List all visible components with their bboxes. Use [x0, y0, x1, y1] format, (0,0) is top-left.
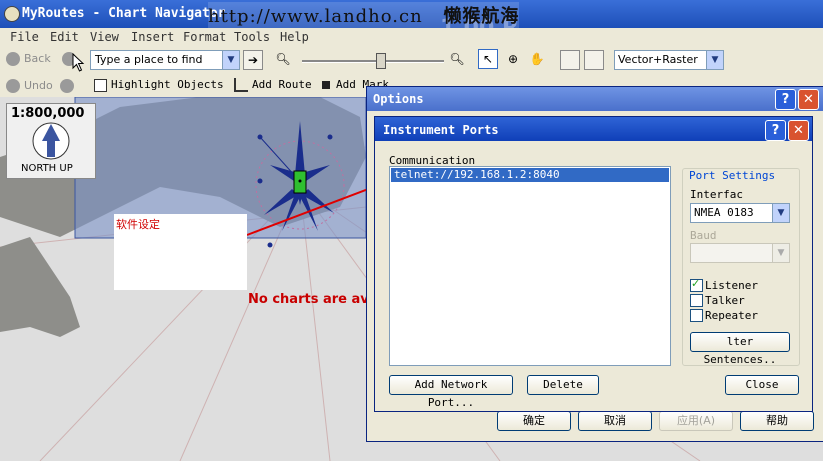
zoom-area-icon[interactable]: ⊕ — [504, 50, 522, 68]
delete-button[interactable]: Delete — [527, 375, 599, 395]
mark-icon — [322, 81, 330, 89]
close-button[interactable]: Close — [725, 375, 799, 395]
repeater-checkbox[interactable] — [690, 309, 703, 322]
compass-app-icon — [4, 6, 20, 22]
repeater-label: Repeater — [705, 309, 758, 322]
watermark-url: http://www.landho.cn — [208, 6, 423, 27]
find-place-input[interactable]: Type a place to find ▼ — [90, 50, 240, 70]
options-help-icon[interactable]: ? — [775, 89, 796, 110]
cancel-button[interactable]: 取消 — [578, 411, 652, 431]
scale-indicator: 1:800,000 NORTH UP — [6, 103, 96, 179]
port-settings-label: Port Settings — [688, 169, 777, 182]
no-charts-message: No charts are av — [248, 292, 369, 307]
add-route-button[interactable]: Add Route — [234, 78, 312, 92]
map-scale: 1:800,000 — [11, 106, 85, 121]
instrument-close-icon[interactable]: ✕ — [788, 120, 809, 141]
menu-file[interactable]: File — [10, 30, 39, 44]
chart-mode-dropdown-icon[interactable]: ▼ — [706, 51, 723, 69]
zoom-slider-thumb[interactable] — [376, 53, 387, 69]
add-network-port-button[interactable]: Add Network Port... — [389, 375, 513, 409]
listener-checkbox[interactable] — [690, 277, 703, 292]
options-title: Options — [373, 92, 424, 106]
undo-icon — [6, 79, 20, 93]
baud-label: Baud — [690, 229, 717, 242]
annotation-text: 软件设定 — [116, 218, 160, 231]
route-icon — [234, 78, 248, 92]
interface-label: Interfac — [690, 188, 743, 201]
menu-edit[interactable]: Edit — [50, 30, 79, 44]
watermark-cn: 懒猴航海 — [443, 6, 520, 27]
highlight-objects-button[interactable]: Highlight Objects — [94, 78, 224, 92]
listener-label: Listener — [705, 279, 758, 292]
baud-select[interactable]: ▼ — [690, 243, 790, 263]
north-arrow-icon — [32, 122, 70, 160]
app-title: MyRoutes - Chart Navigator — [22, 6, 226, 21]
zoom-slider-track[interactable] — [302, 60, 444, 63]
menu-tools[interactable]: Tools — [234, 30, 270, 44]
port-list-item[interactable]: telnet://192.168.1.2:8040 — [391, 168, 669, 182]
interface-select[interactable]: NMEA 0183 ▼ — [690, 203, 790, 223]
menu-format[interactable]: Format — [183, 30, 226, 44]
talker-label: Talker — [705, 294, 745, 307]
undo-button[interactable]: Undo — [6, 79, 53, 93]
filter-sentences-button[interactable]: lter Sentences.. — [690, 332, 790, 366]
ok-button[interactable]: 确定 — [497, 411, 571, 431]
options-title-bar: Options — [367, 87, 823, 111]
orientation-label: NORTH UP — [21, 163, 73, 174]
select-pointer-icon[interactable]: ↖ — [478, 49, 498, 69]
split-pane-icon[interactable] — [584, 50, 604, 70]
apply-button[interactable]: 应用(A) — [659, 411, 733, 431]
back-arrow-icon — [6, 52, 20, 66]
mouse-cursor-icon — [72, 53, 85, 72]
help-button[interactable]: 帮助 — [740, 411, 814, 431]
baud-dropdown-icon[interactable]: ▼ — [772, 244, 789, 262]
instrument-ports-title-bar: Instrument Ports — [375, 117, 812, 141]
single-pane-icon[interactable] — [560, 50, 580, 70]
pan-hand-icon[interactable]: ✋ — [528, 50, 546, 68]
talker-checkbox[interactable] — [690, 294, 703, 307]
zoom-out-icon[interactable]: 🔍︎ — [274, 50, 292, 68]
zoom-in-icon[interactable]: 🔍︎ — [448, 50, 466, 68]
highlight-icon — [94, 78, 107, 92]
port-list[interactable]: telnet://192.168.1.2:8040 — [389, 166, 671, 366]
menu-bar: File Edit View Insert Format Tools Help — [0, 28, 823, 47]
back-button[interactable]: Back — [6, 52, 51, 66]
menu-help[interactable]: Help — [280, 30, 309, 44]
watermark: http://www.landho.cn 懒猴航海 — [208, 2, 520, 28]
options-close-icon[interactable]: ✕ — [798, 89, 819, 110]
find-dropdown-icon[interactable]: ▼ — [222, 51, 239, 69]
menu-insert[interactable]: Insert — [131, 30, 174, 44]
annotation-note: 软件设定 — [114, 214, 247, 290]
redo-button[interactable] — [60, 79, 74, 93]
menu-view[interactable]: View — [90, 30, 119, 44]
go-arrow-button[interactable]: ➔ — [243, 50, 263, 70]
chart-mode-select[interactable]: Vector+Raster ▼ — [614, 50, 724, 70]
instrument-help-icon[interactable]: ? — [765, 120, 786, 141]
interface-dropdown-icon[interactable]: ▼ — [772, 204, 789, 222]
instrument-ports-title: Instrument Ports — [383, 123, 499, 137]
